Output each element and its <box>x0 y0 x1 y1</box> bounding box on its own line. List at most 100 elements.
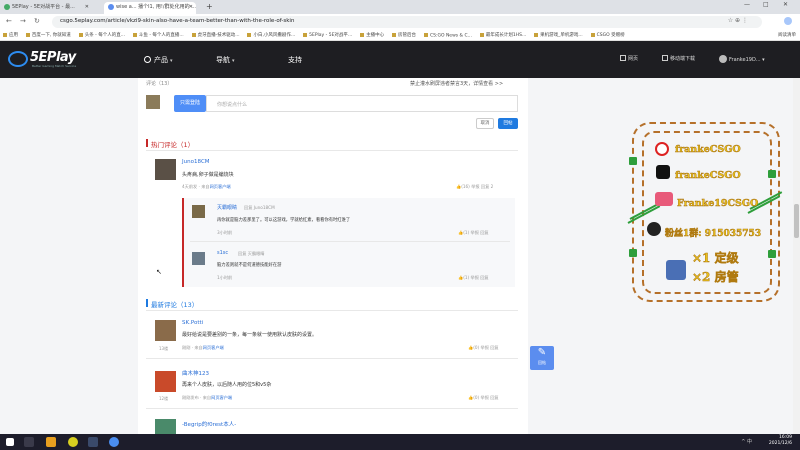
hot-comments-title: 热门评论（1） <box>151 141 195 149</box>
bookmark-label: 斗鱼 - 每个人的直播... <box>138 33 184 38</box>
minimize-button[interactable]: — <box>744 1 750 8</box>
bookmark-icon <box>590 32 595 37</box>
bookmark-item[interactable]: 最年成长计划1HS... <box>477 30 529 38</box>
mobile-download-link[interactable]: 移动端下载 <box>662 55 695 62</box>
like-count: (0) <box>473 395 480 400</box>
reply-link[interactable]: 回复 <box>480 275 488 280</box>
page-scrollbar[interactable] <box>793 78 800 434</box>
bookmark-item[interactable]: 斗鱼 - 每个人的直播... <box>130 30 187 38</box>
decor-square <box>768 170 776 178</box>
bookmark-icon <box>423 32 428 37</box>
reply-username[interactable]: 灭霸眼睛 <box>217 204 237 211</box>
bookmark-item[interactable]: 小白,小风风撒剧作... <box>244 30 298 38</box>
bookmark-icon <box>78 32 83 37</box>
reply-link[interactable]: 回复 <box>481 184 489 189</box>
forward-button[interactable]: → <box>20 17 26 25</box>
bookmark-item[interactable]: 百度一下, 你就知道 <box>23 30 74 38</box>
close-tab-icon[interactable]: ✕ <box>189 4 193 10</box>
mobile-icon <box>662 55 668 61</box>
comment-username[interactable]: Juno18CM <box>182 159 210 165</box>
reply-link[interactable]: 回复 <box>490 395 498 400</box>
bookmark-item[interactable]: 虎牙直播-技术驱动... <box>189 30 243 38</box>
reply-link[interactable]: 回复 <box>480 230 488 235</box>
latest-comments-title: 最新评论（13） <box>151 301 199 309</box>
nav-support[interactable]: 支持 <box>288 55 302 65</box>
mouse-cursor-icon: ↖ <box>156 268 162 276</box>
meta-text: 刚刚 · 来自 <box>182 345 203 350</box>
bookmark-item[interactable]: 主播中心 <box>357 30 387 38</box>
reply-username[interactable]: s1sc <box>217 250 228 256</box>
user-menu[interactable]: Franke19D... ▾ <box>719 55 765 63</box>
reply-target: 灭霸眼睛 <box>247 251 265 256</box>
game-icon[interactable] <box>24 437 34 447</box>
bookmark-item[interactable]: CSGO 受赠榜 <box>588 30 628 38</box>
chrome-icon[interactable] <box>109 437 119 447</box>
bookmark-item[interactable]: 头条 - 每个人的直... <box>76 30 128 38</box>
cancel-button[interactable]: 取消 <box>476 118 494 129</box>
close-window-button[interactable]: ✕ <box>783 1 788 8</box>
url-input[interactable]: csgo.5eplay.com/article/vkzi9-skin-also-… <box>52 16 762 28</box>
logo-subtitle: Better Gaming Match Service <box>32 64 77 68</box>
rules-notice-link[interactable]: 禁止灌水刷屏违者禁言3天，详情查看 >> <box>410 80 503 87</box>
back-button[interactable]: ← <box>6 17 12 25</box>
close-tab-icon[interactable]: ✕ <box>85 4 89 10</box>
reply-link[interactable]: 回复 <box>490 345 498 350</box>
meta-link[interactable]: 网页客户端 <box>203 345 224 350</box>
bookmark-item[interactable]: 应用 <box>0 30 21 38</box>
bookmark-item[interactable]: CS:GO News & C... <box>421 31 475 38</box>
avatar[interactable] <box>192 252 205 265</box>
report-link[interactable]: 举报 <box>481 345 489 350</box>
comment-text: 最好给说是要差别的一条，每一条就一使用默认皮肤的设置。 <box>182 332 318 338</box>
tiktok-icon <box>656 165 670 179</box>
replies-box <box>182 198 515 287</box>
profile-icon[interactable] <box>784 17 792 25</box>
comment-username[interactable]: 曲木神123 <box>182 369 209 377</box>
meta-link[interactable]: 网页客户端 <box>211 395 232 400</box>
report-link[interactable]: 举报 <box>471 230 479 235</box>
report-link[interactable]: 举报 <box>471 275 479 280</box>
tab-favicon-icon <box>4 3 10 10</box>
reading-list[interactable]: 阅读清单 <box>778 32 796 38</box>
floating-reply-button[interactable]: ✎ 回帖 <box>530 346 554 370</box>
avatar[interactable] <box>155 159 176 180</box>
folder-icon[interactable] <box>46 437 56 447</box>
promo-line-tiktok: frankeCSGO <box>675 170 741 182</box>
floor-number: 13楼 <box>159 346 169 351</box>
windows-start-icon[interactable] <box>6 438 14 446</box>
avatar[interactable] <box>155 320 176 341</box>
meta-link[interactable]: 网页客户端 <box>210 184 231 189</box>
nav-products[interactable]: 产品 ▾ <box>144 55 173 65</box>
nav-navigation[interactable]: 导航 ▾ <box>216 55 235 65</box>
avatar[interactable] <box>192 205 205 218</box>
decor-square <box>629 157 637 165</box>
bookmark-item[interactable]: 5EPlay - 5E对战平... <box>300 30 355 38</box>
comment-username[interactable]: SK.Potti <box>182 320 203 326</box>
report-link[interactable]: 举报 <box>471 184 479 189</box>
app-icon[interactable] <box>68 437 78 447</box>
bookmark-item[interactable]: 果机游戏_单机游戏... <box>531 30 586 38</box>
browser-tab-1[interactable]: 5EPlay - 5E对战平台 - 最... ✕ <box>0 2 92 14</box>
reload-button[interactable]: ↻ <box>34 17 40 25</box>
avatar[interactable] <box>155 371 176 392</box>
maximize-button[interactable]: □ <box>763 1 769 8</box>
bookmark-item[interactable]: 房管后台 <box>389 30 419 38</box>
web-label: 网页 <box>628 56 639 62</box>
web-link[interactable]: 网页 <box>620 55 638 62</box>
login-button[interactable]: 只需登陆 <box>174 95 206 112</box>
like-count: (16) <box>461 184 470 189</box>
comment-input[interactable]: 你想说点什么 <box>206 95 518 112</box>
scrollbar-thumb[interactable] <box>794 204 799 238</box>
browser-tab-2[interactable]: wise a... 播个l1, 用!/群处化用的 ... ✕ <box>104 2 196 14</box>
comment-meta: 刚刚发布 · 来自网页客户端 <box>182 395 232 401</box>
report-link[interactable]: 举报 <box>481 395 489 400</box>
section-marker <box>146 299 148 307</box>
post-button[interactable]: 回帖 <box>498 118 518 129</box>
new-tab-button[interactable]: + <box>206 2 213 11</box>
clock[interactable]: 16:09 2021/12/6 <box>769 435 792 447</box>
avatar[interactable] <box>155 419 176 434</box>
system-tray-icons[interactable]: ^ 中 <box>741 438 752 445</box>
comment-username[interactable]: -Begrip的f0rest本人- <box>182 420 236 428</box>
csgo-icon[interactable] <box>88 437 98 447</box>
omnibox-icons[interactable]: ☆ ⊕ ⋮ <box>728 17 748 24</box>
apps-icon <box>3 32 7 37</box>
